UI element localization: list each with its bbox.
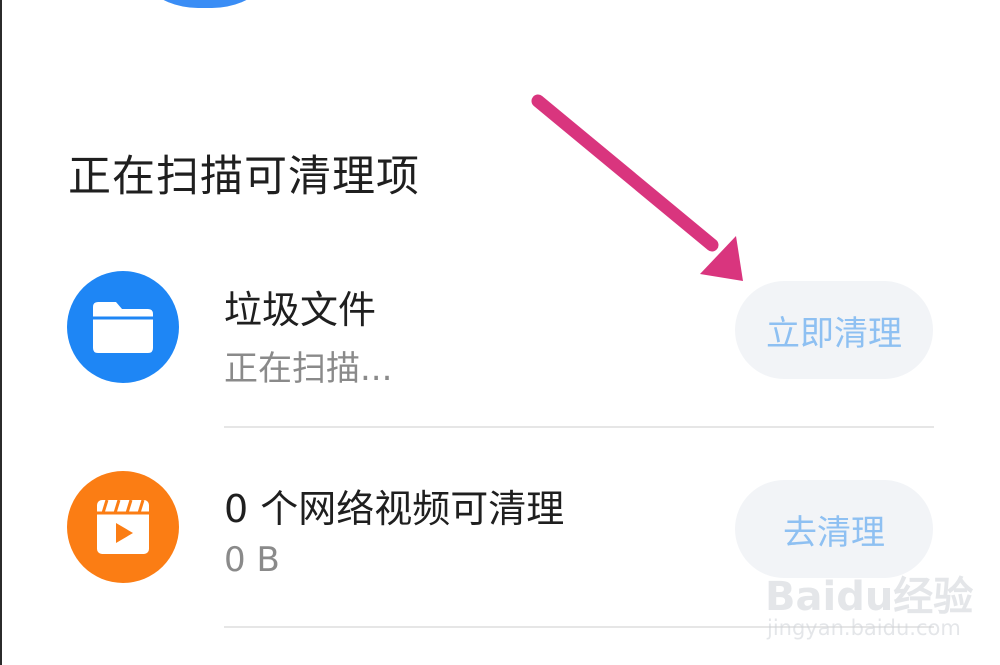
watermark-url: jingyan.baidu.com [767, 616, 961, 640]
watermark: Baidu经验 jingyan.baidu.com [765, 560, 1000, 660]
cleaner-screen: 正在扫描可清理项 垃圾文件 正在扫描... 立即清理 0 个网络视频可清理 0 … [0, 0, 1000, 665]
watermark-brand: Baidu经验 [765, 574, 974, 620]
